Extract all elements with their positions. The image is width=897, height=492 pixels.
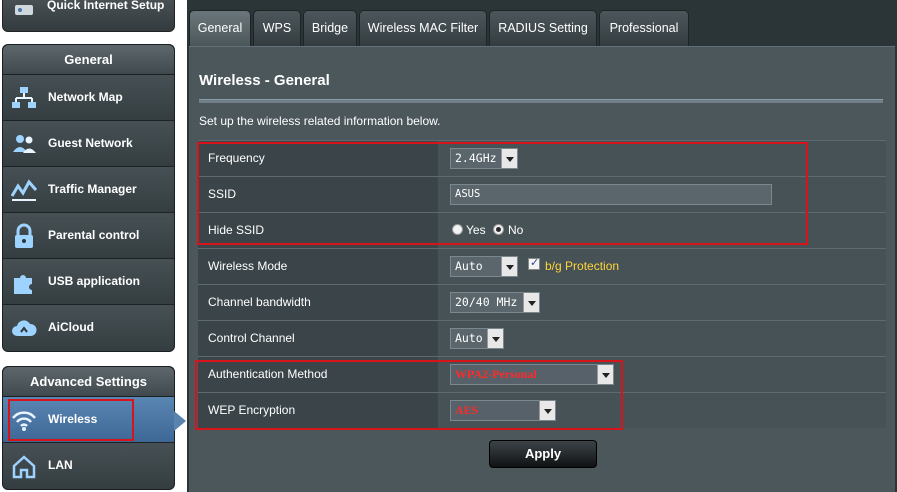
sidebar-item-label: AiCloud [48,320,94,334]
auth-method-row: Authentication Method WPA2-Personal [198,356,886,392]
network-map-icon [12,87,36,108]
wep-encryption-value-cell: AES [438,393,886,428]
wireless-mode-value-cell: Auto b/g Protection [438,249,886,284]
control-channel-label: Control Channel [198,321,438,356]
auth-method-select[interactable]: WPA2-Personal [450,364,614,385]
wep-encryption-row: WEP Encryption AES [198,392,886,428]
sidebar-item-label: Network Map [48,90,123,104]
title-divider [199,99,883,103]
ssid-input[interactable]: ASUS [450,184,772,205]
usb-application-icon [14,275,32,294]
advanced-menu-header: Advanced Settings [3,367,174,397]
sidebar-item-label: Wireless [48,412,98,426]
content-area: Wireless - General Set up the wireless r… [189,46,895,492]
ssid-label: SSID [198,177,438,212]
quick-internet-setup-button[interactable]: Quick Internet Setup [2,0,175,32]
channel-bandwidth-row: Channel bandwidth 20/40 MHz [198,284,886,320]
chevron-down-icon [487,329,503,348]
ssid-row: SSID ASUS [198,176,886,212]
active-indicator-arrow [174,411,186,431]
traffic-manager-icon [10,179,38,201]
ssid-value-cell: ASUS [438,177,886,212]
page-description: Set up the wireless related information … [199,114,441,128]
chevron-down-icon [501,257,517,276]
frequency-row: Frequency 2.4GHz [198,140,886,176]
chevron-down-icon [539,401,555,420]
tab-professional[interactable]: Professional [599,10,689,46]
sidebar-item-label: Traffic Manager [48,182,137,196]
page-title: Wireless - General [199,72,330,89]
auth-method-label: Authentication Method [198,357,438,392]
auth-method-value-cell: WPA2-Personal [438,357,886,392]
quick-setup-icon [15,5,33,15]
hide-ssid-value-cell: Yes No [438,213,886,248]
parental-control-icon [15,223,33,248]
wep-encryption-select[interactable]: AES [450,400,556,421]
advanced-menu: Advanced Settings Wireless LAN [2,366,186,490]
tab-bridge[interactable]: Bridge [303,10,357,46]
control-channel-value: Auto [455,331,483,345]
settings-table: Frequency 2.4GHz SSID ASUS Hide SSID Yes… [198,140,886,428]
sidebar: Quick Internet Setup General Network Map… [0,0,186,492]
guest-network-icon [13,135,36,153]
wireless-mode-row: Wireless Mode Auto b/g Protection [198,248,886,284]
quick-setup-label: Quick Internet Setup [47,0,165,12]
hide-ssid-yes-label: Yes [466,223,486,237]
general-menu: General Network Map Guest Network Traffi… [2,44,175,352]
sidebar-item-label: Guest Network [48,136,133,150]
channel-bandwidth-label: Channel bandwidth [198,285,438,320]
frequency-select[interactable]: 2.4GHz [450,148,518,169]
chevron-down-icon [501,149,517,168]
bg-protection-label: b/g Protection [545,259,620,273]
sidebar-item-guest-network[interactable]: Guest Network [3,121,174,167]
apply-button[interactable]: Apply [489,440,597,468]
wireless-mode-label: Wireless Mode [198,249,438,284]
hide-ssid-yes-radio[interactable] [452,224,463,235]
sidebar-item-lan[interactable]: LAN [3,443,174,489]
wireless-icon [12,411,36,431]
sidebar-item-wireless[interactable]: Wireless [3,397,186,443]
wireless-mode-select[interactable]: Auto [450,256,518,277]
lan-icon [12,455,36,479]
main-panel: General WPS Bridge Wireless MAC Filter R… [187,0,897,492]
chevron-down-icon [523,293,539,312]
sidebar-item-label: USB application [48,274,141,288]
sidebar-item-label: Parental control [48,228,140,242]
sidebar-item-label: LAN [48,458,73,472]
sidebar-item-parental-control[interactable]: Parental control [3,213,174,259]
sidebar-item-aicloud[interactable]: AiCloud [3,305,174,351]
channel-bandwidth-select[interactable]: 20/40 MHz [450,292,540,313]
wep-encryption-label: WEP Encryption [198,393,438,428]
general-menu-header: General [3,45,174,75]
hide-ssid-no-radio[interactable] [493,224,504,235]
bg-protection-checkbox[interactable] [528,256,540,270]
hide-ssid-label: Hide SSID [198,213,438,248]
sidebar-item-usb-application[interactable]: USB application [3,259,174,305]
hide-ssid-no-label: No [508,223,524,237]
sidebar-item-traffic-manager[interactable]: Traffic Manager [3,167,174,213]
channel-bandwidth-value: 20/40 MHz [455,295,518,309]
control-channel-row: Control Channel Auto [198,320,886,356]
wireless-mode-value: Auto [455,259,483,273]
channel-bandwidth-value-cell: 20/40 MHz [438,285,886,320]
frequency-label: Frequency [198,141,438,176]
frequency-value: 2.4GHz [455,151,497,165]
control-channel-value-cell: Auto [438,321,886,356]
wep-encryption-value: AES [455,403,479,417]
hide-ssid-row: Hide SSID Yes No [198,212,886,248]
frequency-value-cell: 2.4GHz [438,141,886,176]
tab-wps[interactable]: WPS [253,10,301,46]
chevron-down-icon [597,365,613,384]
tab-radius-setting[interactable]: RADIUS Setting [489,10,597,46]
tab-general[interactable]: General [189,10,251,46]
tab-wireless-mac-filter[interactable]: Wireless MAC Filter [359,10,487,46]
control-channel-select[interactable]: Auto [450,328,504,349]
aicloud-icon [12,320,37,336]
sidebar-item-network-map[interactable]: Network Map [3,75,174,121]
auth-method-value: WPA2-Personal [455,367,537,381]
